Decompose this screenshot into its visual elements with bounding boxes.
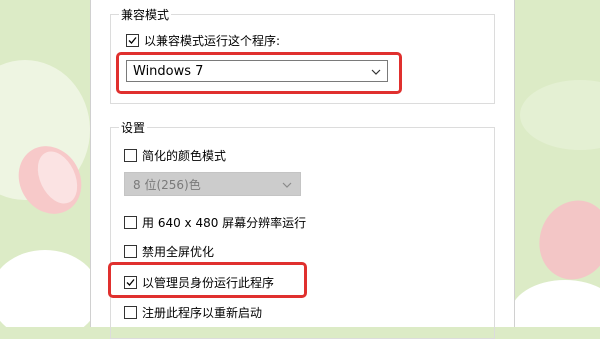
properties-dialog: 兼容模式 以兼容模式运行这个程序: Windows 7 设置 简化的颜色模式 8… (90, 0, 515, 339)
disable-fullscreen-label: 禁用全屏优化 (142, 245, 215, 259)
color-depth-value: 8 位(256)色 (133, 177, 201, 192)
register-restart-label: 注册此程序以重新启动 (142, 306, 263, 320)
petal-shape (528, 190, 600, 290)
checkbox-unchecked-icon (124, 245, 137, 258)
run-compat-label: 以兼容模式运行这个程序: (144, 34, 281, 48)
checkbox-unchecked-icon (124, 216, 137, 229)
chevron-down-icon (282, 177, 292, 191)
reduced-color-checkbox[interactable]: 简化的颜色模式 (124, 147, 226, 164)
compat-mode-title: 兼容模式 (119, 6, 172, 23)
cloud-shape (510, 280, 600, 327)
disable-fullscreen-checkbox[interactable]: 禁用全屏优化 (124, 243, 214, 260)
background-shape (520, 80, 600, 150)
highlight-box (116, 52, 402, 94)
settings-title: 设置 (119, 119, 148, 136)
run-640x480-checkbox[interactable]: 用 640 x 480 屏幕分辨率运行 (124, 214, 306, 231)
checkbox-unchecked-icon (124, 306, 137, 319)
run-compat-checkbox[interactable]: 以兼容模式运行这个程序: (126, 32, 280, 49)
checkbox-unchecked-icon (124, 149, 137, 162)
checkbox-checked-icon (126, 34, 139, 47)
highlight-box (108, 262, 307, 298)
run-640x480-label: 用 640 x 480 屏幕分辨率运行 (142, 216, 307, 230)
reduced-color-label: 简化的颜色模式 (142, 149, 227, 163)
register-restart-checkbox[interactable]: 注册此程序以重新启动 (124, 304, 262, 321)
cloud-shape (0, 250, 100, 327)
color-depth-select: 8 位(256)色 (124, 172, 301, 196)
